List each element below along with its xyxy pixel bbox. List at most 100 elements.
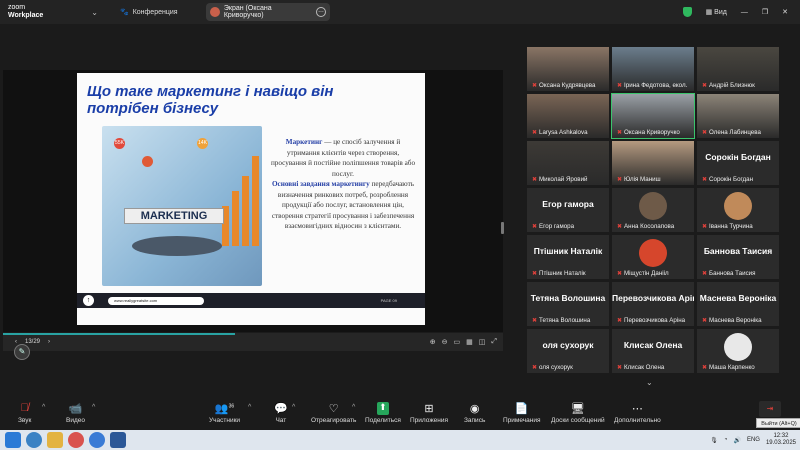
participant-avatar <box>724 333 752 361</box>
mic-muted-icon: ✖ <box>702 177 708 183</box>
share-button[interactable]: ⬆ Поделиться <box>365 402 401 424</box>
participant-name-label: ✖ оля сухорук <box>532 364 573 371</box>
react-label: Отреагировать <box>311 417 357 424</box>
slide-progress <box>3 333 235 335</box>
share-label: Поделиться <box>365 417 401 424</box>
participant-tile[interactable]: Егор гамора ✖ Егор гамора <box>527 188 609 232</box>
leave-button[interactable]: ⇥ <box>759 401 781 417</box>
audio-button[interactable]: 🎙̸ Звук <box>18 402 31 424</box>
participant-display-name: Маснева Вероніка <box>699 293 777 303</box>
caret-up-icon[interactable]: ^ <box>42 404 45 411</box>
participant-tile[interactable]: ✖ Олена Лабинцева <box>697 94 779 138</box>
participant-tile[interactable]: Тетяна Волошина ✖ Тетяна Волошина <box>527 282 609 326</box>
mic-muted-icon: ✖ <box>532 224 538 230</box>
windows-start-icon[interactable] <box>5 432 21 448</box>
shield-icon[interactable] <box>682 7 692 17</box>
participant-tile[interactable]: ✖ Маша Карпенко <box>697 329 779 373</box>
participant-tile[interactable]: ✖ Оксана Криворучко <box>611 93 695 139</box>
screen-share-label: Экран (Оксана Криворучко) <box>223 5 272 19</box>
layout-icon[interactable]: ◫ <box>479 338 486 346</box>
page-counter: 13/29 <box>25 339 41 345</box>
slide-page-label: PAGE 09 <box>380 298 397 303</box>
participant-tile[interactable]: ✖ Андрій Близнюк <box>697 47 779 91</box>
fullscreen-icon[interactable]: ⤢ <box>491 338 497 346</box>
browser-icon[interactable] <box>26 432 42 448</box>
boards-button[interactable]: 🖥 Доски сообщений <box>551 402 605 424</box>
participant-tile[interactable]: ✖ Ірина Федотова, екол. <box>612 47 694 91</box>
volume-icon[interactable]: 🔊 <box>733 437 740 444</box>
participant-name-label: ✖ Larysa Ashkalova <box>532 129 588 136</box>
participant-tile[interactable]: Птішник Наталік ✖ Птішник Наталік <box>527 235 609 279</box>
mic-muted-icon: ✖ <box>532 271 538 277</box>
more-button[interactable]: ⋯ Дополнительно <box>614 402 661 424</box>
participant-name-label: ✖ Іванна Турчина <box>702 223 753 230</box>
clock[interactable]: 12:32 19.03.2025 <box>766 433 796 447</box>
participant-tile[interactable]: ✖ Larysa Ashkalova <box>527 94 609 138</box>
chrome-icon[interactable] <box>68 432 84 448</box>
zoom-app-icon[interactable] <box>89 432 105 448</box>
participant-name: Маша Карпенко <box>709 364 755 371</box>
minimize-icon[interactable]: — <box>741 9 748 16</box>
zoom-out-icon[interactable]: ⊖ <box>442 338 448 346</box>
participant-name: Баннова Таисия <box>709 270 756 277</box>
participant-tile[interactable]: Маснева Вероніка ✖ Маснева Вероніка <box>697 282 779 326</box>
record-icon: ◉ <box>469 403 480 415</box>
apps-button[interactable]: ⊞ Приложения <box>410 402 448 424</box>
participant-tile[interactable]: оля сухорук ✖ оля сухорук <box>527 329 609 373</box>
boards-label: Доски сообщений <box>551 417 605 424</box>
grid-icon[interactable]: ▦ <box>466 338 473 346</box>
participant-tile[interactable]: Сорокін Богдан ✖ Сорокін Богдан <box>697 141 779 185</box>
restore-icon[interactable]: ❐ <box>762 8 768 16</box>
next-page-button[interactable]: › <box>48 339 50 345</box>
chevron-down-icon[interactable]: ⌄ <box>91 8 98 17</box>
logo-line2: Workplace <box>8 12 44 19</box>
presentation-slide: Що таке маркетинг і навіщо він потрібен … <box>77 73 425 325</box>
zoom-in-icon[interactable]: ⊕ <box>430 338 436 346</box>
participant-tile[interactable]: ✖ Юлія Маниш <box>612 141 694 185</box>
notes-icon: 📄 <box>514 403 529 415</box>
wifi-icon[interactable]: ◔ <box>724 437 728 443</box>
video-label: Видео <box>66 417 85 424</box>
participant-tile[interactable]: Клисак Олена ✖ Клисак Олена <box>612 329 694 373</box>
prev-page-button[interactable]: ‹ <box>15 339 17 345</box>
chat-button[interactable]: 💬 Чат <box>274 402 288 424</box>
mic-muted-icon: ✖ <box>532 130 538 136</box>
language-indicator[interactable]: ENG <box>747 437 760 443</box>
participant-display-name: оля сухорук <box>542 340 594 350</box>
mic-muted-icon: ✖ <box>702 271 708 277</box>
participant-tile[interactable]: ✖ Миколай Яровий <box>527 141 609 185</box>
meeting-info[interactable]: 🐾 Конференция <box>120 8 178 17</box>
mic-icon[interactable]: 🎙 <box>710 437 718 444</box>
participant-tile[interactable]: Перевозчикова Аріна ✖ Перевозчикова Аріна <box>612 282 694 326</box>
mic-muted-icon: ✖ <box>617 130 623 136</box>
caret-up-icon[interactable]: ^ <box>352 404 355 411</box>
chevron-down-icon[interactable]: ⌄ <box>646 378 653 387</box>
folder-icon[interactable] <box>47 432 63 448</box>
view-button[interactable]: ▦ Вид <box>706 8 727 16</box>
caret-up-icon[interactable]: ^ <box>292 404 295 411</box>
participant-tile[interactable]: Баннова Таисия ✖ Баннова Таисия <box>697 235 779 279</box>
close-icon[interactable]: ✕ <box>782 8 788 16</box>
screen-share-pill[interactable]: Экран (Оксана Криворучко) … <box>206 3 330 21</box>
participant-tile[interactable]: ✖ Оксана Кудрявцева <box>527 47 609 91</box>
participants-label: Участники <box>209 417 241 424</box>
participant-name: Егор гамора <box>539 223 575 230</box>
react-button[interactable]: ♡ Отреагировать <box>311 402 356 424</box>
caret-up-icon[interactable]: ^ <box>248 404 251 411</box>
more-options-icon[interactable]: … <box>316 7 326 17</box>
panel-resize-handle[interactable] <box>501 222 504 234</box>
video-button[interactable]: 📹 Видео <box>66 402 85 424</box>
participants-button[interactable]: 👥36 Участники <box>209 402 240 424</box>
caret-up-icon[interactable]: ^ <box>92 404 95 411</box>
illustration-word: MARKETING <box>124 208 224 224</box>
participant-tile[interactable]: ✖ Міщустін Данііл <box>612 235 694 279</box>
fit-icon[interactable]: ▭ <box>454 338 461 346</box>
participant-tile[interactable]: ✖ Іванна Турчина <box>697 188 779 232</box>
participant-tile[interactable]: ✖ Анна Косолапова <box>612 188 694 232</box>
notes-button[interactable]: 📄 Примечания <box>503 402 541 424</box>
annotate-icon[interactable]: ✎ <box>14 344 30 360</box>
record-button[interactable]: ◉ Запись <box>464 402 485 424</box>
word-icon[interactable] <box>110 432 126 448</box>
participant-display-name: Птішник Наталік <box>533 246 603 256</box>
participant-name: Larysa Ashkalova <box>539 129 588 136</box>
